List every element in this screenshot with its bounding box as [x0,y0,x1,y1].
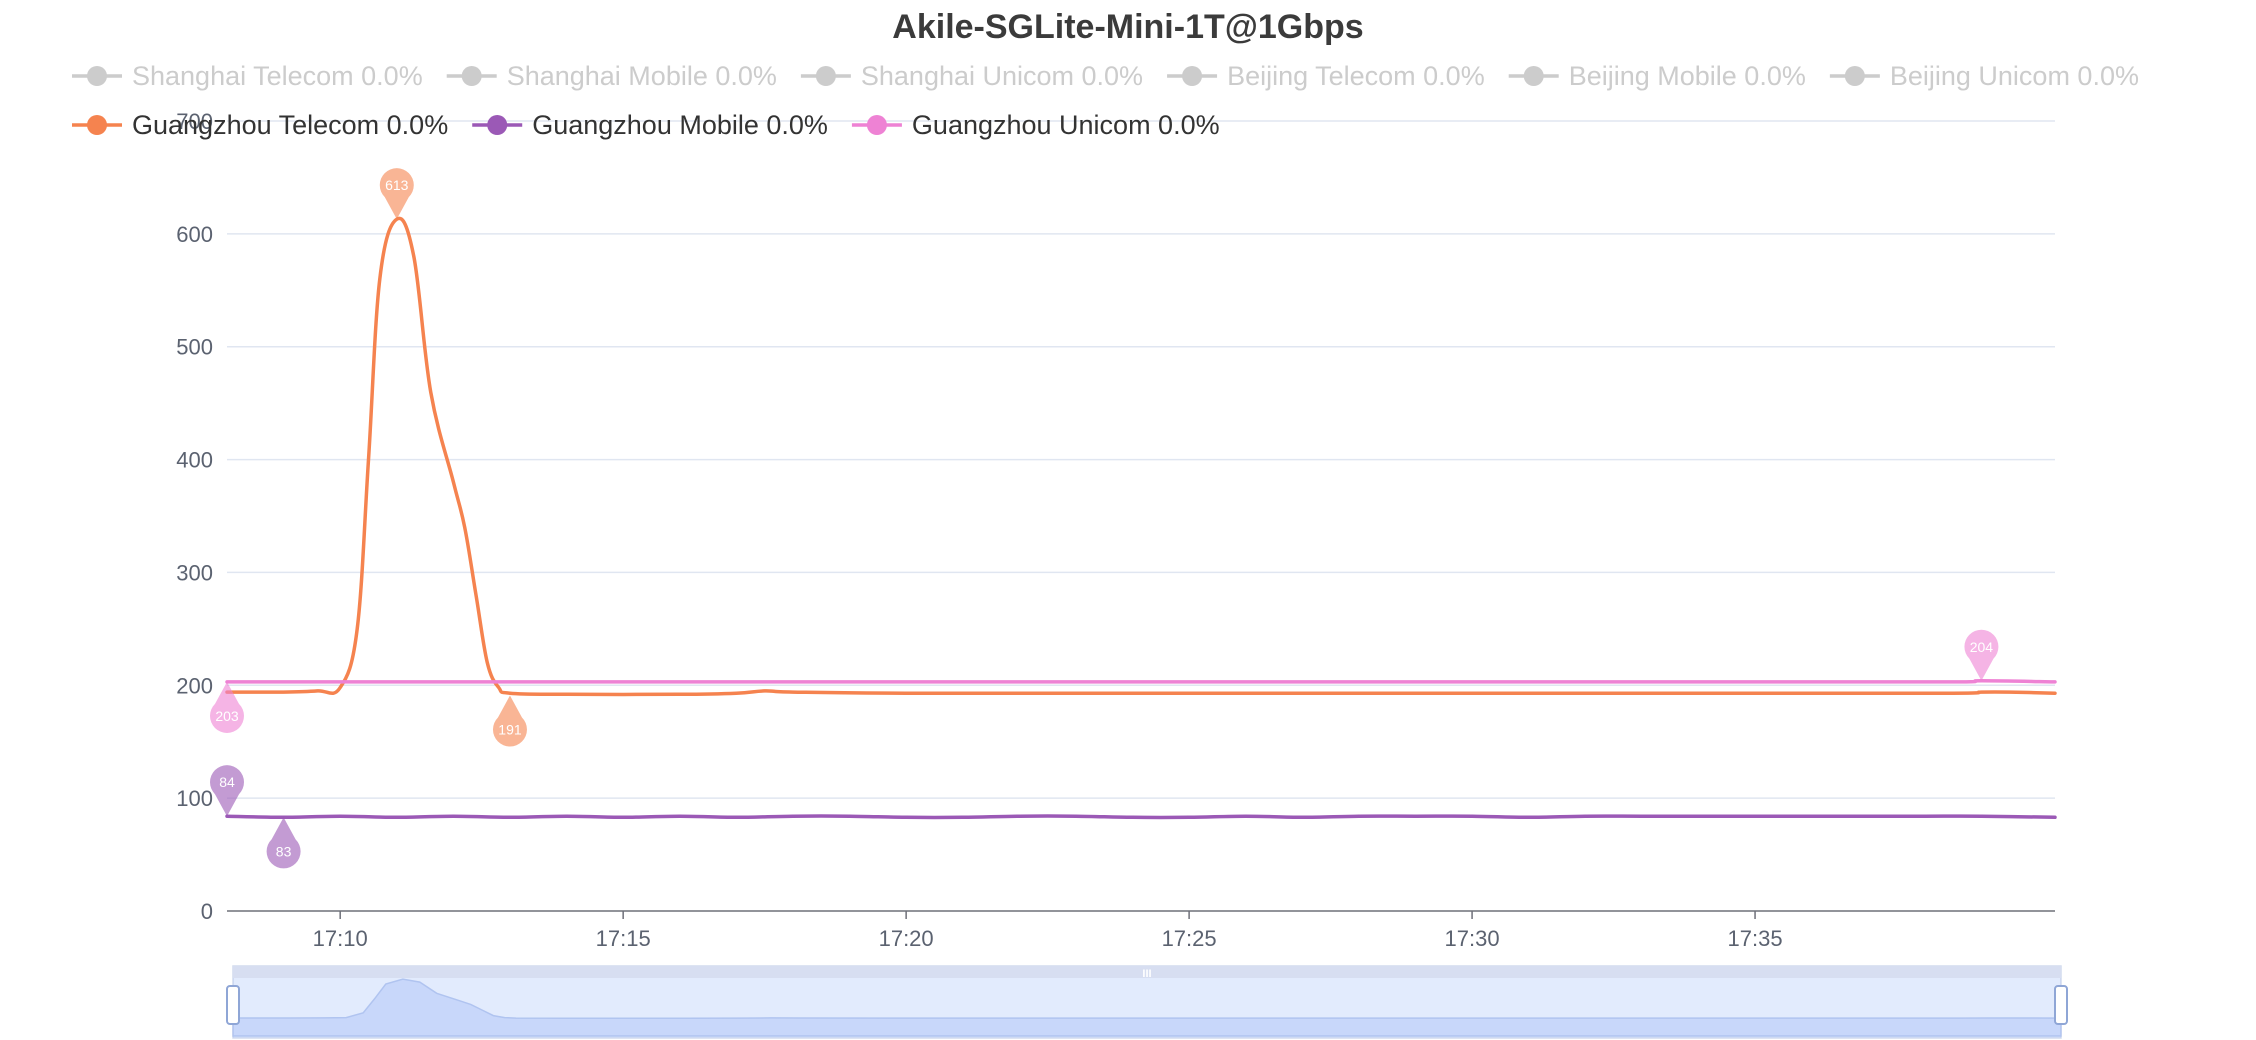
zoom-selected-range[interactable] [233,978,2061,1038]
y-tick-label: 400 [176,448,213,473]
legend-label: Guangzhou Mobile 0.0% [532,110,828,140]
legend-label: Shanghai Unicom 0.0% [861,61,1143,91]
pin-label: 204 [1970,639,1994,655]
legend-label: Shanghai Mobile 0.0% [507,61,777,91]
x-tick-label: 17:20 [879,926,934,951]
point-markers: 613 191 84 83 203 204 [210,168,1999,869]
legend-item[interactable]: Guangzhou Unicom 0.0% [851,110,1220,140]
chart-title: Akile-SGLite-Mini-1T@1Gbps [892,8,1363,46]
x-axis: 17:10 17:15 17:20 17:25 17:30 17:35 [227,910,2055,951]
y-tick-label: 500 [176,335,213,360]
data-point-pin[interactable]: 204 [1964,629,1999,681]
legend-item[interactable]: Beijing Unicom 0.0% [1829,61,2139,91]
y-tick-label: 600 [176,222,213,247]
line-chart: Akile-SGLite-Mini-1T@1Gbps 0 100 200 300 400… [72,8,2139,1039]
x-tick-label: 17:10 [313,926,368,951]
legend-label: Shanghai Telecom 0.0% [132,61,423,91]
data-point-pin[interactable]: 83 [266,817,301,869]
x-tick-label: 17:30 [1445,926,1500,951]
data-zoom-slider[interactable]: III [226,965,2068,1039]
y-tick-label: 0 [201,899,213,924]
legend-dot-icon [1182,66,1203,86]
pin-label: 203 [215,708,239,724]
data-point-pin[interactable]: 191 [492,695,527,747]
y-tick-label: 200 [176,673,213,698]
chart-grid [227,120,2055,799]
legend-dot-icon [87,115,107,135]
series-line[interactable] [225,814,2057,820]
legend-label: Beijing Telecom 0.0% [1227,61,1485,91]
legend-dot-icon [1844,66,1865,86]
legend-label: Guangzhou Unicom 0.0% [912,110,1220,140]
data-point-pin[interactable]: 613 [379,168,414,220]
pin-label: 83 [276,843,292,859]
legend-item[interactable]: Guangzhou Mobile 0.0% [472,110,828,140]
y-tick-label: 100 [176,786,213,811]
legend-label: Beijing Unicom 0.0% [1890,61,2139,91]
legend-dot-icon [487,115,508,135]
legend-item[interactable]: Shanghai Mobile 0.0% [446,61,777,91]
legend-dot-icon [461,66,482,86]
legend-label: Beijing Mobile 0.0% [1569,61,1806,91]
legend-item[interactable]: Shanghai Telecom 0.0% [72,61,423,91]
zoom-handle-left[interactable] [226,985,240,1025]
series-line[interactable] [225,679,2057,684]
legend[interactable]: Shanghai Telecom 0.0% Shanghai Mobile 0.0… [72,61,2139,140]
legend-item[interactable]: Shanghai Unicom 0.0% [800,61,1143,91]
legend-dot-icon [866,115,887,135]
x-tick-label: 17:25 [1162,926,1217,951]
data-point-pin[interactable]: 203 [210,681,244,733]
legend-item[interactable]: Beijing Mobile 0.0% [1508,61,1806,91]
pin-label: 191 [498,721,522,737]
legend-dot-icon [1523,66,1544,86]
x-tick-label: 17:35 [1728,926,1783,951]
legend-dot-icon [87,66,107,86]
y-axis: 0100200300400500600700 [176,109,213,924]
data-point-pin[interactable]: 84 [210,765,244,817]
pin-label: 613 [385,177,409,193]
legend-label: Guangzhou Telecom 0.0% [132,110,448,140]
legend-item[interactable]: Beijing Telecom 0.0% [1167,61,1485,91]
series-line[interactable] [225,216,2057,697]
y-tick-label: 300 [176,560,213,585]
zoom-handle-right[interactable] [2054,985,2068,1025]
legend-dot-icon [815,66,836,86]
legend-item[interactable]: Guangzhou Telecom 0.0% [72,110,448,140]
pin-label: 84 [219,774,235,790]
x-tick-label: 17:15 [596,926,651,951]
